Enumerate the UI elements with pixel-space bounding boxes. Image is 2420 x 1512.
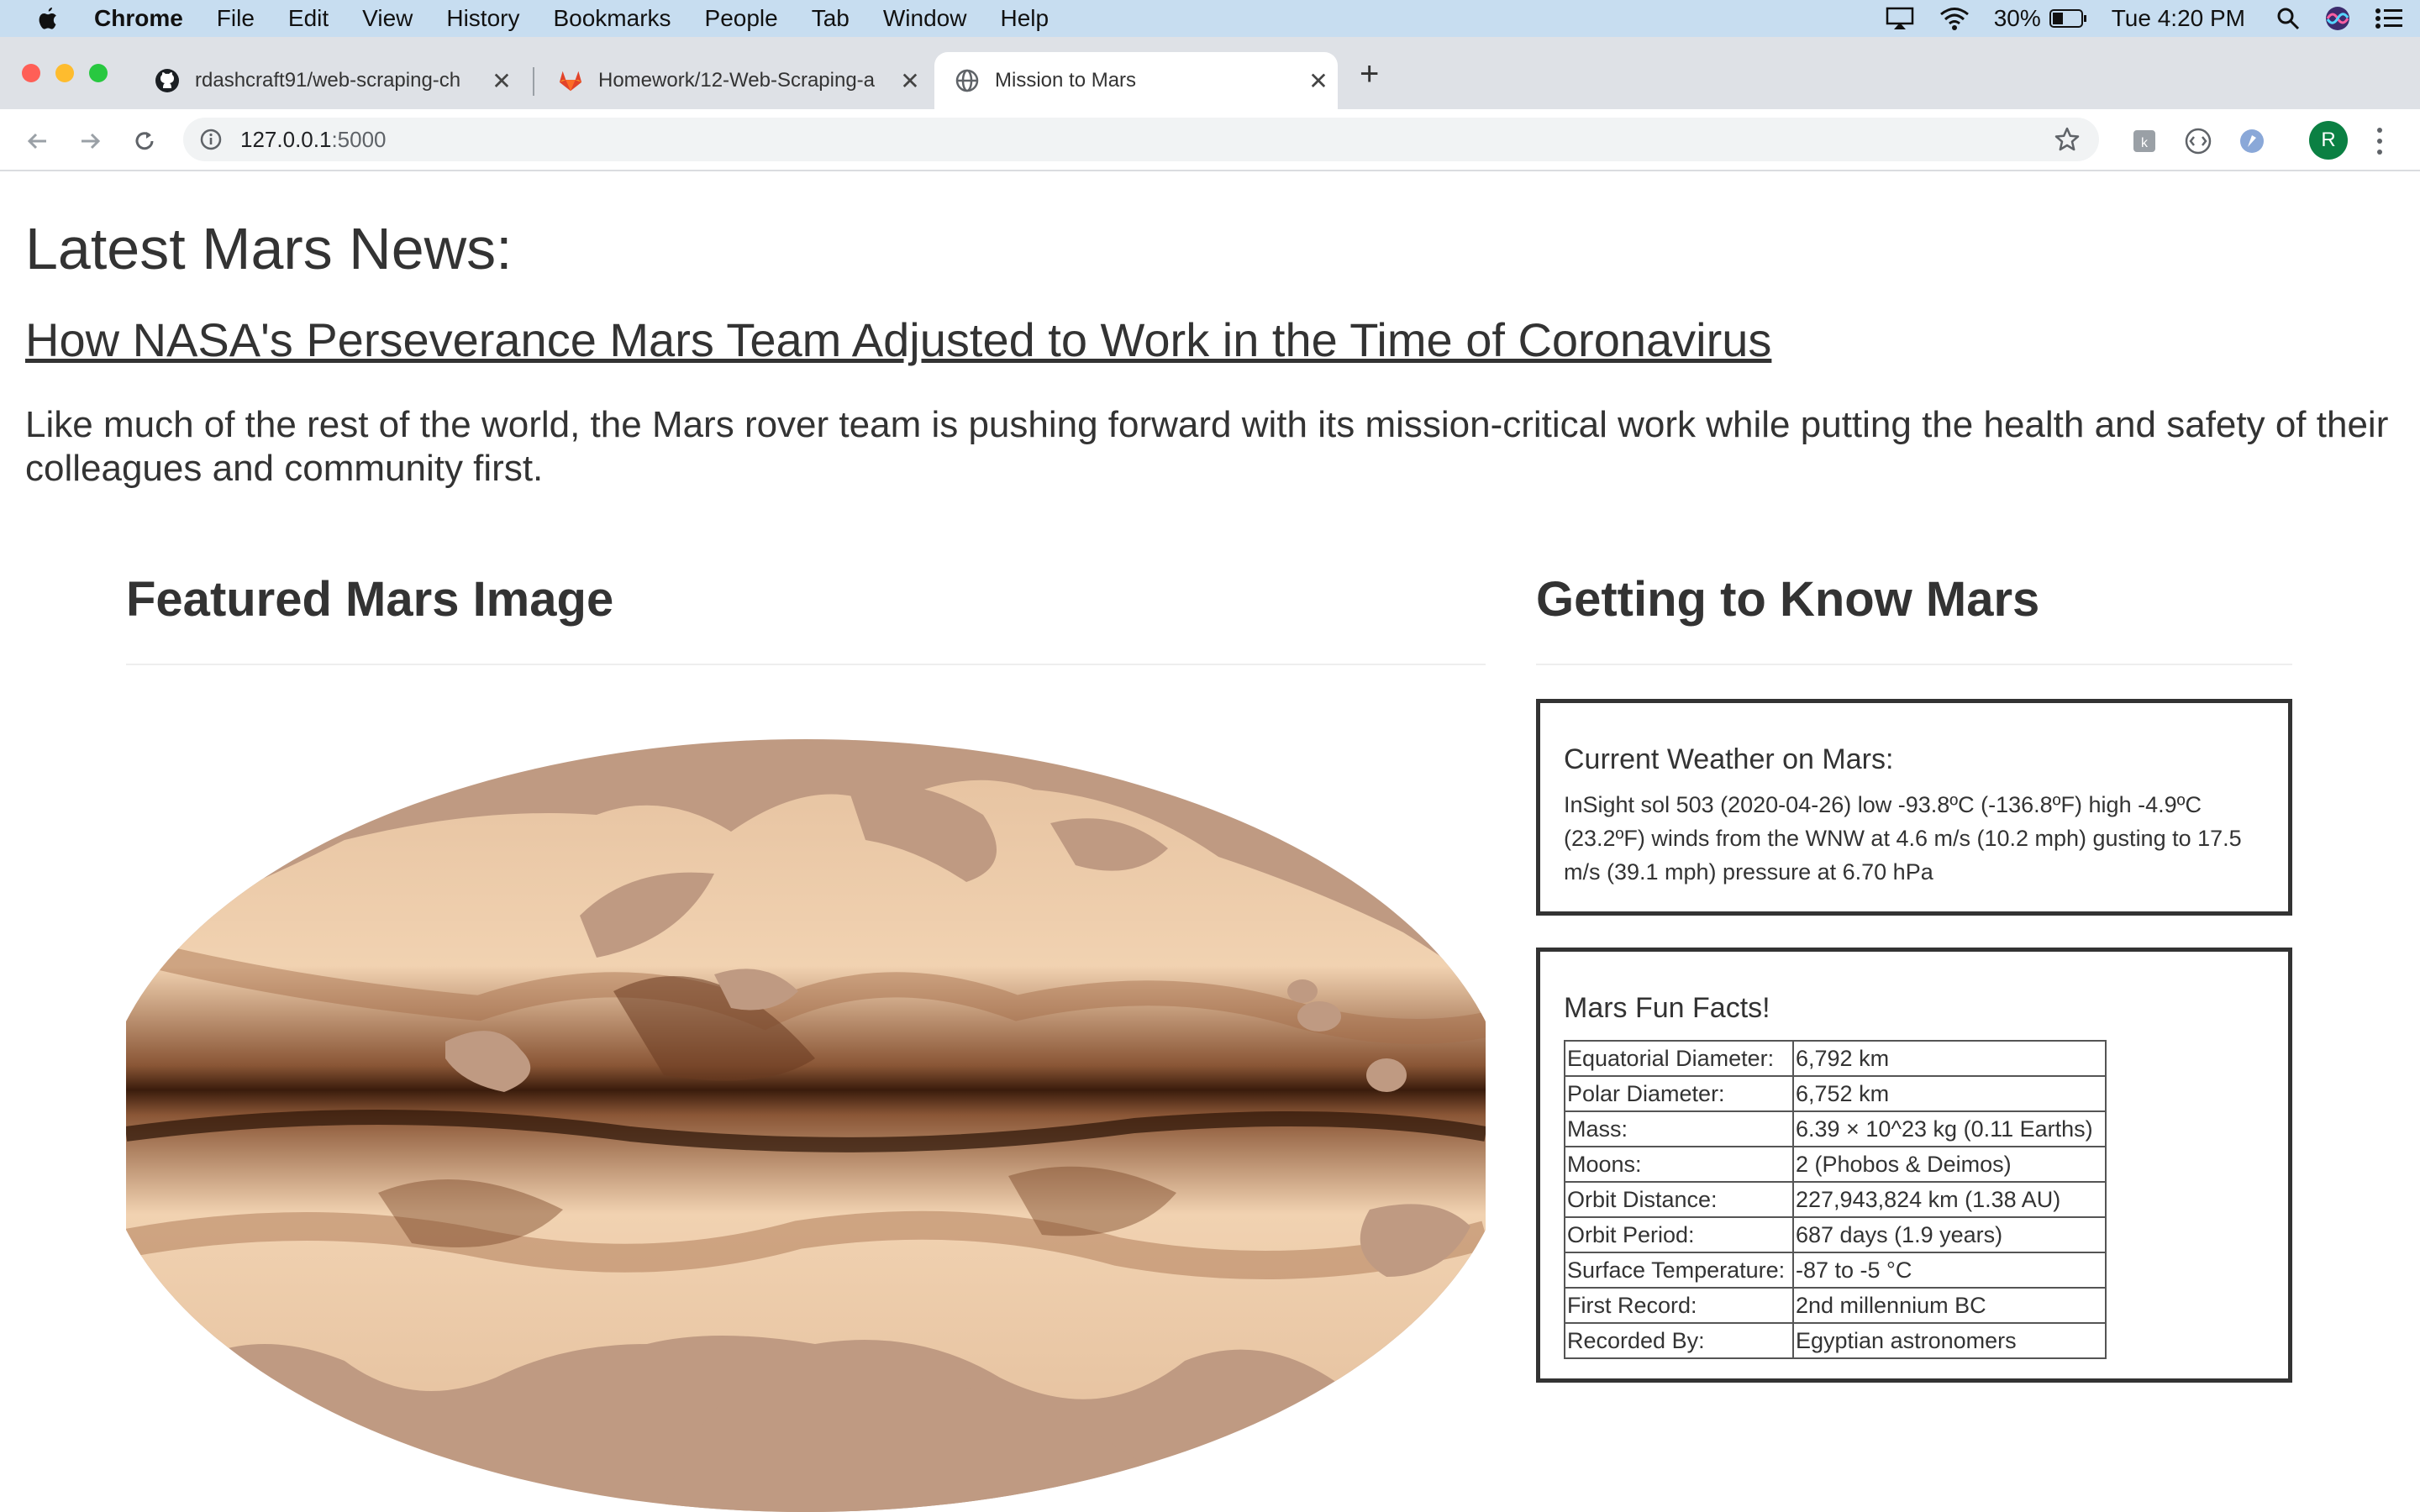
apple-menu-icon[interactable] bbox=[35, 4, 60, 33]
news-heading: Latest Mars News: bbox=[25, 216, 513, 281]
tab-title: Homework/12-Web-Scraping-a bbox=[598, 69, 876, 92]
menu-file[interactable]: File bbox=[217, 5, 255, 32]
fact-value: 2 (Phobos & Deimos) bbox=[1792, 1146, 2107, 1183]
wifi-icon[interactable] bbox=[1939, 6, 1970, 31]
url-port: :5000 bbox=[331, 126, 387, 152]
extension-puzzle-icon[interactable]: k bbox=[2129, 126, 2160, 156]
new-tab-icon[interactable]: + bbox=[1360, 55, 1379, 93]
web-page: Latest Mars News: How NASA's Perseveranc… bbox=[0, 171, 2420, 1512]
tab-title: Mission to Mars bbox=[995, 69, 1137, 92]
table-row: Recorded By: Egyptian astronomers bbox=[1564, 1322, 2107, 1359]
menu-window[interactable]: Window bbox=[883, 5, 967, 32]
mars-weather-panel: Current Weather on Mars: InSight sol 503… bbox=[1536, 699, 2292, 916]
browser-tab-strip: rdashcraft91/web-scraping-ch ✕ Homework/… bbox=[0, 37, 2420, 109]
menu-people[interactable]: People bbox=[705, 5, 778, 32]
battery-percent: 30% bbox=[1993, 5, 2041, 31]
tab-close-icon[interactable]: ✕ bbox=[897, 67, 923, 95]
fact-label: Surface Temperature: bbox=[1564, 1252, 1794, 1289]
airplay-icon[interactable] bbox=[1885, 6, 1915, 31]
tab-close-icon[interactable]: ✕ bbox=[489, 67, 514, 95]
table-row: First Record: 2nd millennium BC bbox=[1564, 1287, 2107, 1324]
battery-icon[interactable] bbox=[2049, 8, 2088, 29]
fact-value: 6,752 km bbox=[1792, 1075, 2107, 1112]
browser-toolbar: 127.0.0.1:5000 k R bbox=[0, 109, 2420, 171]
news-title-link[interactable]: How NASA's Perseverance Mars Team Adjust… bbox=[25, 312, 1771, 367]
table-row: Mass: 6.39 × 10^23 kg (0.11 Earths) bbox=[1564, 1110, 2107, 1147]
gitlab-icon bbox=[558, 68, 583, 93]
featured-image-heading: Featured Mars Image bbox=[126, 572, 614, 627]
window-close-button[interactable] bbox=[22, 64, 40, 82]
site-info-icon[interactable] bbox=[200, 129, 222, 150]
fact-label: Orbit Period: bbox=[1564, 1216, 1794, 1253]
table-row: Orbit Distance: 227,943,824 km (1.38 AU) bbox=[1564, 1181, 2107, 1218]
menu-edit[interactable]: Edit bbox=[288, 5, 329, 32]
tab-github[interactable]: rdashcraft91/web-scraping-ch ✕ bbox=[134, 52, 523, 109]
table-row: Polar Diameter: 6,752 km bbox=[1564, 1075, 2107, 1112]
tab-gitlab[interactable]: Homework/12-Web-Scraping-a ✕ bbox=[538, 52, 929, 109]
fact-value: 6.39 × 10^23 kg (0.11 Earths) bbox=[1792, 1110, 2107, 1147]
menu-chrome[interactable]: Chrome bbox=[94, 5, 183, 32]
fact-label: Moons: bbox=[1564, 1146, 1794, 1183]
url-text: 127.0.0.1:5000 bbox=[240, 127, 387, 153]
menubar-clock[interactable]: Tue 4:20 PM bbox=[2112, 5, 2245, 32]
spotlight-search-icon[interactable] bbox=[2275, 6, 2301, 31]
divider bbox=[1536, 664, 2292, 665]
menu-view[interactable]: View bbox=[362, 5, 413, 32]
fact-label: Recorded By: bbox=[1564, 1322, 1794, 1359]
fact-value: 227,943,824 km (1.38 AU) bbox=[1792, 1181, 2107, 1218]
fact-value: Egyptian astronomers bbox=[1792, 1322, 2107, 1359]
table-row: Moons: 2 (Phobos & Deimos) bbox=[1564, 1146, 2107, 1183]
fact-value: 6,792 km bbox=[1792, 1040, 2107, 1077]
globe-icon bbox=[955, 68, 980, 93]
tab-close-icon[interactable]: ✕ bbox=[1306, 67, 1331, 95]
fact-label: Polar Diameter: bbox=[1564, 1075, 1794, 1112]
fact-value: 2nd millennium BC bbox=[1792, 1287, 2107, 1324]
tab-title: rdashcraft91/web-scraping-ch bbox=[195, 69, 461, 92]
fact-value: 687 days (1.9 years) bbox=[1792, 1216, 2107, 1253]
github-icon bbox=[155, 68, 180, 93]
bookmark-star-icon[interactable] bbox=[2054, 126, 2081, 157]
table-row: Equatorial Diameter: 6,792 km bbox=[1564, 1040, 2107, 1077]
window-minimize-button[interactable] bbox=[55, 64, 74, 82]
weather-heading: Current Weather on Mars: bbox=[1564, 743, 1894, 775]
reload-icon[interactable] bbox=[128, 124, 161, 158]
forward-arrow-icon[interactable] bbox=[74, 124, 108, 158]
menu-history[interactable]: History bbox=[446, 5, 519, 32]
fact-label: Orbit Distance: bbox=[1564, 1181, 1794, 1218]
chrome-menu-icon[interactable] bbox=[2371, 124, 2388, 158]
url-host: 127.0.0.1 bbox=[240, 126, 332, 152]
back-arrow-icon[interactable] bbox=[20, 124, 54, 158]
fact-label: First Record: bbox=[1564, 1287, 1794, 1324]
svg-text:k: k bbox=[2141, 136, 2149, 150]
notification-center-icon[interactable] bbox=[2375, 7, 2403, 30]
mars-facts-table: Equatorial Diameter: 6,792 km Polar Diame… bbox=[1564, 1040, 2107, 1359]
divider bbox=[126, 664, 1486, 665]
table-row: Orbit Period: 687 days (1.9 years) bbox=[1564, 1216, 2107, 1253]
extension-code-icon[interactable] bbox=[2183, 126, 2213, 156]
table-row: Surface Temperature: -87 to -5 °C bbox=[1564, 1252, 2107, 1289]
fact-label: Equatorial Diameter: bbox=[1564, 1040, 1794, 1077]
news-teaser: Like much of the rest of the world, the … bbox=[25, 404, 2389, 489]
featured-mars-image[interactable] bbox=[126, 739, 1486, 1512]
extension-compass-icon[interactable] bbox=[2237, 126, 2267, 156]
fact-value: -87 to -5 °C bbox=[1792, 1252, 2107, 1289]
siri-icon[interactable] bbox=[2324, 5, 2351, 32]
menu-help[interactable]: Help bbox=[1000, 5, 1049, 32]
menu-tab[interactable]: Tab bbox=[812, 5, 850, 32]
address-bar[interactable]: 127.0.0.1:5000 bbox=[183, 118, 2099, 161]
weather-text: InSight sol 503 (2020-04-26) low -93.8ºC… bbox=[1564, 792, 2242, 885]
menu-bookmarks[interactable]: Bookmarks bbox=[553, 5, 671, 32]
know-mars-heading: Getting to Know Mars bbox=[1536, 572, 2040, 627]
profile-avatar[interactable]: R bbox=[2309, 121, 2348, 160]
fact-label: Mass: bbox=[1564, 1110, 1794, 1147]
facts-heading: Mars Fun Facts! bbox=[1564, 992, 1770, 1024]
mars-facts-panel: Mars Fun Facts! Equatorial Diameter: 6,79… bbox=[1536, 948, 2292, 1383]
window-zoom-button[interactable] bbox=[89, 64, 108, 82]
tab-separator bbox=[533, 67, 534, 96]
tab-mission-to-mars[interactable]: Mission to Mars ✕ bbox=[934, 52, 1338, 109]
macos-menu-bar: Chrome File Edit View History Bookmarks … bbox=[0, 0, 2420, 37]
